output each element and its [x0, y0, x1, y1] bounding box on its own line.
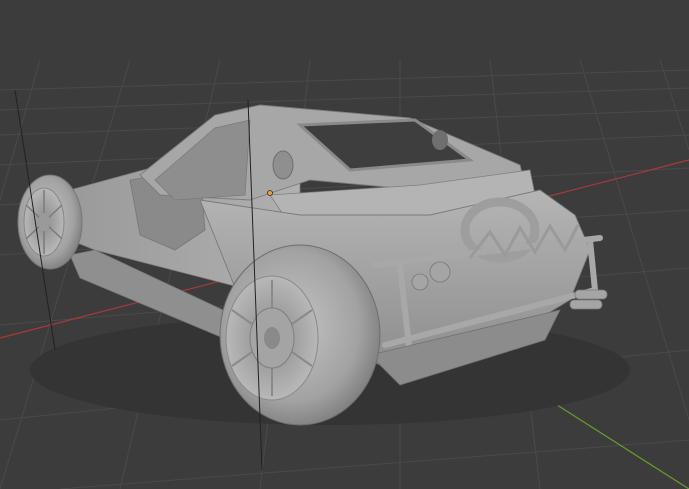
car-cage-hole: [432, 130, 448, 150]
rear-right-wheel: [219, 244, 381, 426]
viewport-canvas[interactable]: [0, 0, 689, 489]
3d-viewport[interactable]: [0, 0, 689, 489]
car-roof-vent: [272, 150, 294, 180]
front-left-wheel: [17, 174, 83, 270]
object-origin-marker[interactable]: [267, 190, 273, 196]
